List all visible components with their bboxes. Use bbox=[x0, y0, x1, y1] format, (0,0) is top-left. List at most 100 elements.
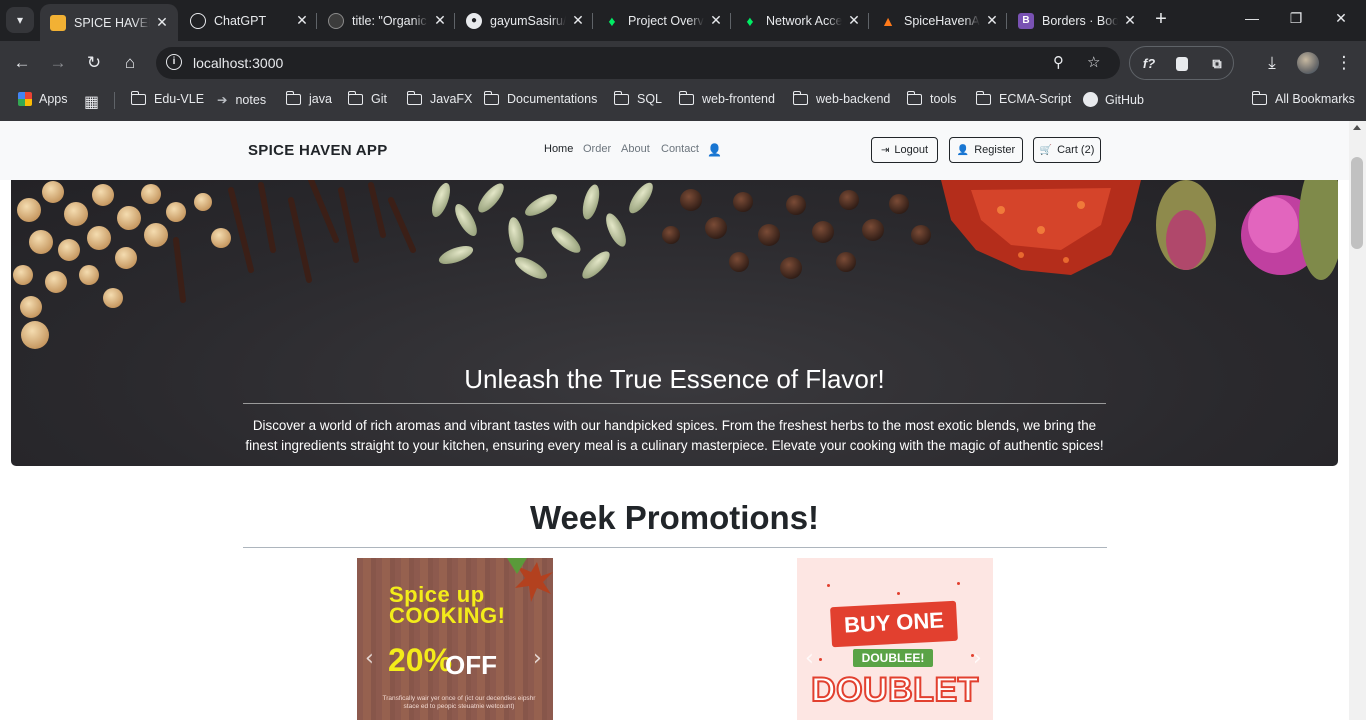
site-brand[interactable]: SPICE HAVEN APP bbox=[248, 142, 388, 159]
tab-firebase[interactable]: ▲ SpiceHavenApp ✕ bbox=[870, 4, 1008, 37]
tab-title: SpiceHavenApp bbox=[904, 13, 980, 28]
all-bookmarks-button[interactable]: All Bookmarks bbox=[1251, 90, 1355, 106]
close-icon[interactable]: ✕ bbox=[708, 12, 724, 29]
restore-button[interactable]: ❐ bbox=[1273, 10, 1319, 27]
close-icon[interactable]: ✕ bbox=[154, 14, 170, 31]
star-anise-icon bbox=[507, 558, 553, 602]
bookmark-notes[interactable]: ➔ notes bbox=[217, 92, 266, 108]
promo-fine-print: Transfically wair yer once of (ict our d… bbox=[382, 695, 536, 710]
bookmark-ecma-script[interactable]: ECMA-Script bbox=[975, 90, 1072, 106]
carousel-next-button[interactable]: › bbox=[973, 646, 982, 671]
back-button[interactable]: ← bbox=[9, 50, 35, 76]
more-menu-icon[interactable]: ⋮ bbox=[1331, 50, 1357, 76]
tab-chatgpt[interactable]: ChatGPT ✕ bbox=[180, 4, 318, 37]
nav-contact[interactable]: Contact bbox=[661, 143, 699, 155]
forward-button[interactable]: → bbox=[45, 50, 71, 76]
folder-icon bbox=[1251, 90, 1267, 105]
close-icon[interactable]: ✕ bbox=[846, 12, 862, 29]
tab-search-menu-button[interactable]: ▾ bbox=[6, 7, 34, 33]
tab-groups-icon: ▦ bbox=[84, 94, 100, 111]
nav-order[interactable]: Order bbox=[583, 143, 611, 155]
bookmark-web-frontend[interactable]: web-frontend bbox=[678, 90, 775, 106]
folder-icon bbox=[906, 90, 922, 105]
tab-organic-spices[interactable]: title: "Organic Spices" ✕ bbox=[318, 4, 456, 37]
tab-groups-button[interactable]: ▦ bbox=[84, 92, 99, 112]
bookmark-apps[interactable]: Apps bbox=[18, 92, 68, 106]
promo-carousel-2: BUY ONE DOUBLEE! DOUBLET ‹ › bbox=[797, 558, 993, 720]
bookmark-label: web-frontend bbox=[702, 92, 775, 106]
mongodb-icon: ♦ bbox=[746, 12, 754, 29]
user-plus-icon: 👤 bbox=[956, 144, 970, 156]
firebase-icon: ▲ bbox=[881, 12, 895, 29]
browser-toolbar: ← → ↻ ⌂ i localhost:3000 ⚲ ☆ f? ⧉ ⤓ ⋮ bbox=[0, 41, 1366, 85]
bookmark-git[interactable]: Git bbox=[347, 90, 387, 106]
formula-extension-icon[interactable]: f? bbox=[1138, 56, 1160, 76]
tab-network-access[interactable]: ♦ Network Access ✕ bbox=[732, 4, 870, 37]
minimize-button[interactable]: — bbox=[1229, 10, 1275, 26]
logout-label: Logout bbox=[894, 144, 929, 156]
new-tab-button[interactable]: + bbox=[1150, 9, 1172, 31]
puzzle-extensions-icon[interactable]: ⧉ bbox=[1206, 56, 1228, 76]
site-navbar: SPICE HAVEN APP Home Order About Contact… bbox=[0, 121, 1349, 180]
nav-home[interactable]: Home bbox=[544, 143, 573, 155]
profile-avatar[interactable] bbox=[1297, 52, 1319, 74]
close-icon[interactable]: ✕ bbox=[294, 12, 310, 29]
bookmark-edu-vle[interactable]: Edu-VLE bbox=[130, 90, 205, 106]
zoom-search-icon[interactable]: ⚲ bbox=[1053, 53, 1064, 71]
bookmark-label: tools bbox=[930, 92, 957, 106]
bookmark-label: All Bookmarks bbox=[1275, 92, 1355, 106]
tab-title: Project Overview bbox=[628, 13, 704, 28]
chili-flakes bbox=[941, 180, 1141, 275]
bookmark-label: Edu-VLE bbox=[154, 92, 205, 106]
download-icon[interactable]: ⤓ bbox=[1259, 50, 1285, 76]
scroll-up-arrow[interactable] bbox=[1353, 125, 1361, 130]
address-bar[interactable]: i localhost:3000 ⚲ ☆ bbox=[156, 47, 1120, 79]
mongodb-icon: ♦ bbox=[608, 12, 616, 29]
folder-icon bbox=[130, 90, 146, 105]
tab-github-repo[interactable]: ● gayumSasiru/Spice-Haven ✕ bbox=[456, 4, 594, 37]
carousel-prev-button[interactable]: ‹ bbox=[805, 646, 814, 671]
bookmark-javafx[interactable]: JavaFX bbox=[406, 90, 472, 106]
chatgpt-icon bbox=[190, 12, 206, 29]
extension-icon[interactable] bbox=[1176, 57, 1188, 71]
promo-headline-2: COOKING! bbox=[389, 603, 506, 628]
register-button[interactable]: 👤 Register bbox=[949, 137, 1023, 163]
page-viewport: SPICE HAVEN APP Home Order About Contact… bbox=[0, 121, 1349, 720]
close-icon[interactable]: ✕ bbox=[432, 12, 448, 29]
bookmark-tools[interactable]: tools bbox=[906, 90, 957, 106]
bookmark-web-backend[interactable]: web-backend bbox=[792, 90, 890, 106]
bookmark-label: java bbox=[309, 92, 332, 106]
logout-button[interactable]: ⇥ Logout bbox=[871, 137, 938, 163]
extensions-group: f? ⧉ bbox=[1129, 46, 1234, 80]
bookmark-java[interactable]: java bbox=[285, 90, 332, 106]
user-settings-icon[interactable]: 👤 bbox=[707, 143, 722, 157]
reload-button[interactable]: ↻ bbox=[81, 50, 107, 76]
ai-icon bbox=[328, 12, 344, 29]
site-info-icon[interactable]: i bbox=[166, 54, 182, 70]
tab-spice-haven[interactable]: SPICE HAVEN APP ✕ bbox=[40, 4, 178, 41]
cart-label: Cart (2) bbox=[1057, 144, 1095, 156]
tab-bootstrap-borders[interactable]: B Borders · Bootstrap ✕ bbox=[1008, 4, 1146, 37]
folder-icon bbox=[285, 90, 301, 105]
carousel-prev-button[interactable]: ‹ bbox=[365, 646, 374, 671]
github-icon: ● bbox=[466, 12, 482, 29]
bookmark-documentations[interactable]: Documentations bbox=[483, 90, 597, 106]
close-icon[interactable]: ✕ bbox=[984, 12, 1000, 29]
window-close-button[interactable]: ✕ bbox=[1318, 10, 1364, 27]
scroll-thumb[interactable] bbox=[1351, 157, 1363, 249]
close-icon[interactable]: ✕ bbox=[1122, 12, 1138, 29]
nav-about[interactable]: About bbox=[621, 143, 650, 155]
bookmark-sql[interactable]: SQL bbox=[613, 90, 662, 106]
home-button[interactable]: ⌂ bbox=[117, 50, 143, 76]
carousel-next-button[interactable]: › bbox=[533, 646, 542, 671]
tab-project-overview[interactable]: ♦ Project Overview ✕ bbox=[594, 4, 732, 37]
bookmark-star-icon[interactable]: ☆ bbox=[1087, 53, 1100, 71]
close-icon[interactable]: ✕ bbox=[570, 12, 586, 29]
page-scrollbar[interactable] bbox=[1349, 121, 1366, 720]
hero-title: Unleash the True Essence of Flavor! bbox=[464, 364, 885, 394]
bookmark-github[interactable]: GitHub bbox=[1083, 92, 1144, 107]
folder-icon bbox=[678, 90, 694, 105]
cart-button[interactable]: 🛒 Cart (2) bbox=[1033, 137, 1101, 163]
bookmark-label: ECMA-Script bbox=[999, 92, 1072, 106]
peppercorns bbox=[662, 189, 931, 279]
